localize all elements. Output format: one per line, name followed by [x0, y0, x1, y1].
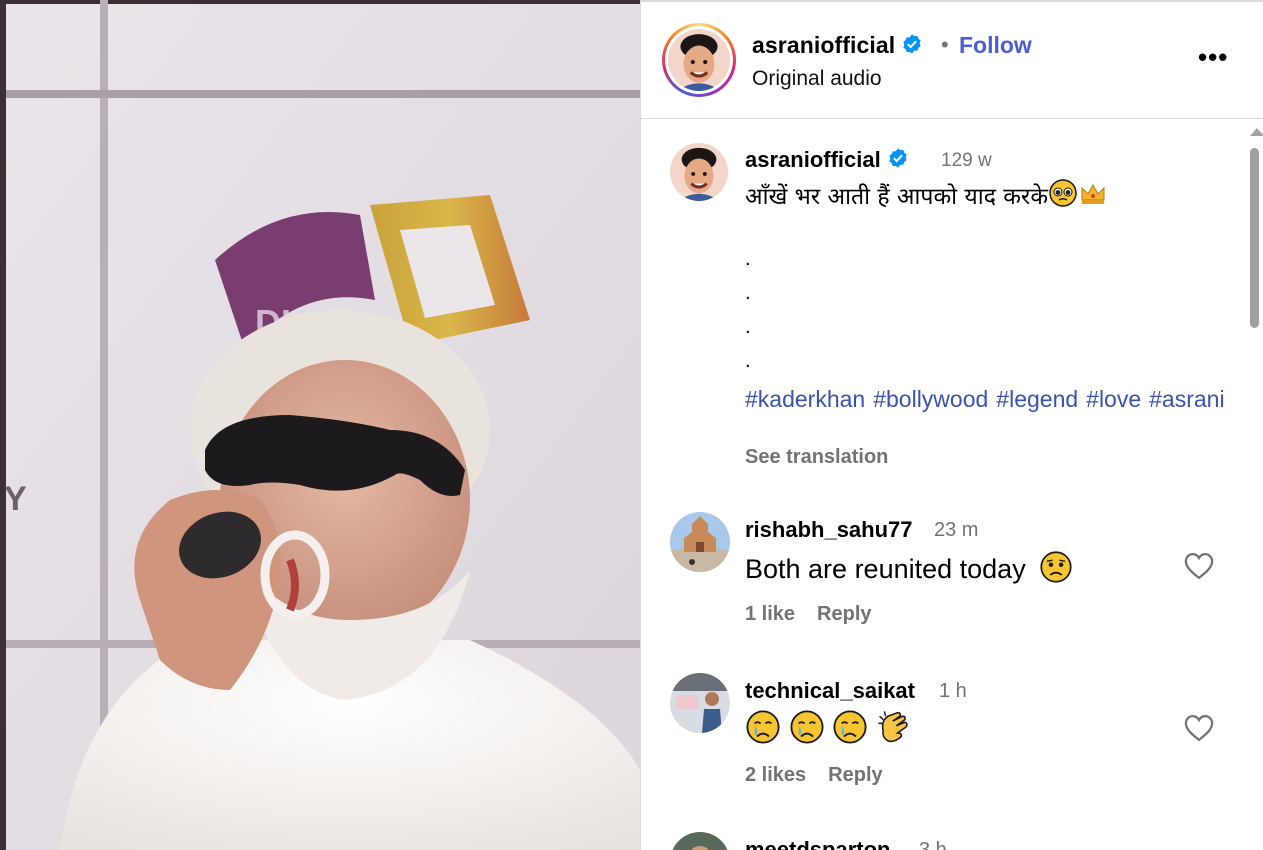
comment-timestamp[interactable]: 3 h: [919, 839, 947, 850]
caption-dot: .: [745, 316, 751, 338]
verified-badge-icon: [903, 34, 921, 54]
crying-face-emoji-icon: [746, 710, 780, 744]
author-avatar-story-ring[interactable]: [662, 23, 736, 97]
more-options-icon[interactable]: •••: [1198, 42, 1228, 73]
sad-face-emoji-icon: [1040, 551, 1072, 583]
comment-timestamp[interactable]: 1 h: [939, 680, 967, 703]
caption-dot: .: [745, 248, 751, 270]
crown-emoji-icon: [1081, 183, 1105, 204]
svg-text:Y: Y: [4, 480, 27, 518]
crying-face-emoji-icon: [790, 710, 824, 744]
reel-video[interactable]: Y DK: [0, 0, 640, 850]
caption-username-text[interactable]: asraniofficial: [745, 147, 881, 172]
comment-likes-count[interactable]: 1 like: [745, 603, 795, 625]
comment-timestamp[interactable]: 23 m: [934, 519, 978, 542]
comment-text: Both are reunited today: [745, 550, 1073, 585]
author-avatar: [668, 29, 730, 91]
clapping-hands-emoji-icon: [877, 711, 908, 743]
comment-actions: 2 likes Reply: [745, 764, 905, 787]
comments-scrollbar[interactable]: [1246, 124, 1263, 850]
caption-timestamp[interactable]: 129 w: [941, 150, 992, 172]
header-username-text[interactable]: asraniofficial: [752, 32, 895, 58]
comments-scroll-area[interactable]: asraniofficial 129 w आँखें भर आती हैं आप…: [641, 120, 1241, 850]
header-username[interactable]: asraniofficial: [752, 32, 923, 59]
follow-button[interactable]: Follow: [959, 32, 1032, 59]
commenter-avatar[interactable]: [670, 673, 730, 733]
comment-actions: 1 like Reply: [745, 603, 894, 626]
caption-author-avatar[interactable]: [670, 143, 728, 201]
comment-username[interactable]: meetdsparton: [745, 837, 890, 850]
caption-hashtags: #kaderkhan #bollywood #legend #love #asrani: [745, 382, 1225, 416]
hashtag-link[interactable]: #kaderkhan: [745, 386, 865, 412]
pleading-face-emoji-icon: [1049, 179, 1077, 207]
hashtag-link[interactable]: #bollywood: [873, 386, 988, 412]
scroll-up-arrow-icon[interactable]: [1250, 128, 1263, 136]
comment-username[interactable]: rishabh_sahu77: [745, 517, 913, 543]
heart-outline-icon[interactable]: [1184, 552, 1214, 580]
post-header: asraniofficial • Follow Original audio •…: [641, 2, 1263, 119]
heart-outline-icon[interactable]: [1184, 714, 1214, 742]
caption-text-content: आँखें भर आती हैं आपको याद करके: [745, 184, 1048, 210]
caption-text: आँखें भर आती हैं आपको याद करके: [745, 178, 1108, 211]
header-separator: •: [941, 32, 949, 57]
hashtag-link[interactable]: #asrani: [1149, 386, 1224, 412]
comment-likes-count[interactable]: 2 likes: [745, 764, 806, 786]
comment-reply-button[interactable]: Reply: [828, 764, 882, 786]
comment-text: [745, 709, 912, 748]
see-translation-link[interactable]: See translation: [745, 446, 888, 469]
scrollbar-thumb[interactable]: [1250, 148, 1259, 328]
verified-badge-icon: [889, 148, 907, 168]
original-audio-link[interactable]: Original audio: [752, 67, 882, 91]
caption-dot: .: [745, 282, 751, 304]
comment-text-content: Both are reunited today: [745, 554, 1026, 584]
comment-username[interactable]: technical_saikat: [745, 678, 915, 704]
commenter-avatar[interactable]: [670, 832, 730, 850]
crying-face-emoji-icon: [833, 710, 867, 744]
hashtag-link[interactable]: #love: [1086, 386, 1141, 412]
hashtag-link[interactable]: #legend: [996, 386, 1078, 412]
caption-dot: .: [745, 350, 751, 372]
post-side-panel: asraniofficial • Follow Original audio •…: [640, 0, 1263, 850]
video-frame-image: Y DK: [0, 0, 640, 850]
comment-reply-button[interactable]: Reply: [817, 603, 871, 625]
commenter-avatar[interactable]: [670, 512, 730, 572]
caption-username[interactable]: asraniofficial: [745, 147, 909, 173]
